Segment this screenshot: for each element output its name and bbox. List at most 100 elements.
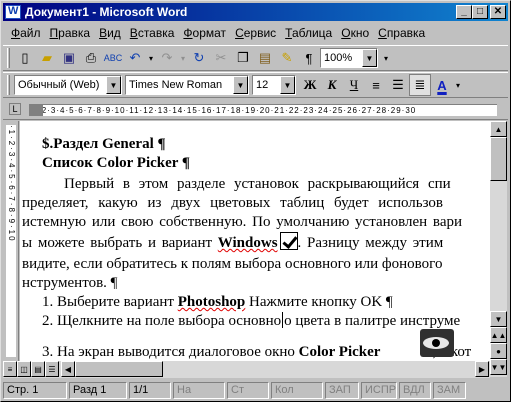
- menu-edit[interactable]: Правка: [50, 26, 91, 40]
- heading-section: $.Раздел General ¶: [42, 136, 166, 152]
- standard-toolbar: ▯ ▰ ▣ ⎙ ABC ↶ ▾ ↷ ▾ ↻ ✂ ❐ ▤ ✎ ¶ 100% ▼ ▾: [3, 45, 508, 71]
- bold-button[interactable]: Ж: [299, 74, 321, 96]
- open-folder-icon[interactable]: ▰: [36, 47, 58, 69]
- word-window: Документ1 - Microsoft Word _ □ ✕ Файл Пр…: [0, 0, 511, 402]
- undo-icon[interactable]: ↶: [124, 47, 146, 69]
- menu-insert[interactable]: Вставка: [130, 26, 175, 40]
- outline-view-button[interactable]: ☰: [45, 361, 59, 377]
- previous-page-button[interactable]: ▲▲: [490, 327, 507, 343]
- format-painter-icon[interactable]: ✎: [276, 47, 298, 69]
- next-page-button[interactable]: ▼▼: [490, 359, 507, 375]
- horizontal-ruler[interactable]: L ·1·2·3·4·5·6·7·8·9·10·11·12·13·14·15·1…: [3, 100, 508, 120]
- font-select[interactable]: Times New Roman ▼: [125, 75, 249, 95]
- show-formatting-icon[interactable]: ¶: [298, 47, 320, 69]
- menu-window[interactable]: Окно: [341, 26, 369, 40]
- zoom-select[interactable]: 100% ▼: [320, 48, 378, 68]
- redo-icon[interactable]: ↷: [156, 47, 178, 69]
- paste-icon[interactable]: ▤: [254, 47, 276, 69]
- refresh-icon[interactable]: ↻: [188, 47, 210, 69]
- close-button[interactable]: ✕: [490, 5, 506, 19]
- body-line-4-end: . Разницу между этим: [297, 235, 444, 251]
- vertical-scrollbar[interactable]: ▲ ▼ ▲▲ ● ▼▼: [490, 121, 507, 377]
- status-line[interactable]: Ст: [227, 381, 269, 399]
- underline-button[interactable]: Ч: [343, 74, 365, 96]
- body-line-3: истемную или свою собственную. По умолча…: [22, 214, 463, 230]
- list-item-1-start: 1. Выберите вариант: [42, 294, 178, 310]
- horizontal-scrollbar[interactable]: ≡ ◫ ▤ ☰ ◀ ▶: [3, 361, 490, 378]
- status-at[interactable]: На: [173, 381, 225, 399]
- vertical-ruler[interactable]: ·1·2·3·4·5·6·7·8·9·10: [3, 121, 19, 361]
- status-ovr[interactable]: ЗАМ: [433, 381, 466, 399]
- save-icon[interactable]: ▣: [58, 47, 80, 69]
- body-line-4-start: ы можете выбрать и вариант: [22, 235, 218, 251]
- menu-file[interactable]: Файл: [11, 26, 41, 40]
- browse-object-button[interactable]: ●: [490, 343, 507, 359]
- color-picker-term: Color Picker: [298, 344, 381, 360]
- zoom-value: 100%: [324, 52, 353, 64]
- chevron-down-icon[interactable]: ▼: [362, 49, 377, 67]
- toolbar-options-icon[interactable]: ▾: [381, 47, 391, 69]
- status-ext[interactable]: ВДЛ: [399, 381, 431, 399]
- ruler-scale: ·1·2·3·4·5·6·7·8·9·10·11·12·13·14·15·16·…: [29, 104, 497, 116]
- copy-icon[interactable]: ❐: [232, 47, 254, 69]
- eye-icon: [420, 329, 454, 357]
- body-line-1: Первый в этом разделе установок раскрыва…: [64, 176, 451, 192]
- menu-tools[interactable]: Сервис: [235, 26, 276, 40]
- status-rec[interactable]: ЗАП: [325, 381, 359, 399]
- toolbar-grip[interactable]: [7, 48, 10, 68]
- list-item-2: 2. Щелкните на поле выбора основно о цвет…: [42, 312, 460, 331]
- photoshop-term: Photoshop: [177, 294, 246, 310]
- window-title: Документ1 - Microsoft Word: [25, 5, 188, 19]
- normal-view-button[interactable]: ≡: [3, 361, 17, 377]
- chevron-down-icon[interactable]: ▼: [233, 76, 248, 94]
- new-document-icon[interactable]: ▯: [14, 47, 36, 69]
- status-trk[interactable]: ИСПР: [361, 381, 397, 399]
- chevron-down-icon[interactable]: ▼: [106, 76, 121, 94]
- checkmark-icon: [279, 232, 298, 250]
- align-left-icon[interactable]: ≡: [365, 74, 387, 96]
- spelling-icon[interactable]: ABC: [102, 47, 124, 69]
- maximize-button[interactable]: □: [472, 5, 488, 19]
- justify-icon[interactable]: ≣: [409, 74, 431, 96]
- align-center-icon[interactable]: ☰: [387, 74, 409, 96]
- scroll-right-button[interactable]: ▶: [475, 361, 489, 377]
- scroll-left-button[interactable]: ◀: [61, 361, 75, 377]
- menu-view[interactable]: Вид: [99, 26, 121, 40]
- style-select[interactable]: Обычный (Web) ▼: [14, 75, 122, 95]
- status-col[interactable]: Кол: [271, 381, 323, 399]
- chevron-down-icon[interactable]: ▼: [280, 76, 295, 94]
- tab-selector-icon[interactable]: L: [9, 103, 21, 115]
- menu-table[interactable]: Таблица: [285, 26, 332, 40]
- web-view-button[interactable]: ◫: [17, 361, 31, 377]
- title-bar: Документ1 - Microsoft Word _ □ ✕: [3, 3, 508, 21]
- font-size-select[interactable]: 12 ▼: [252, 75, 296, 95]
- print-layout-button[interactable]: ▤: [31, 361, 45, 377]
- redo-dropdown-icon[interactable]: ▾: [178, 47, 188, 69]
- italic-button[interactable]: К: [321, 74, 343, 96]
- print-icon[interactable]: ⎙: [80, 47, 102, 69]
- cut-icon[interactable]: ✂: [210, 47, 232, 69]
- word-app-icon[interactable]: [5, 5, 21, 19]
- scroll-up-button[interactable]: ▲: [490, 121, 507, 137]
- font-color-dropdown-icon[interactable]: ▾: [453, 74, 463, 96]
- minimize-button[interactable]: _: [456, 5, 472, 19]
- list-item-2-start: 2. Щелкните на поле выбора основно: [42, 313, 282, 329]
- font-color-icon[interactable]: A: [431, 74, 453, 96]
- undo-dropdown-icon[interactable]: ▾: [146, 47, 156, 69]
- scroll-down-button[interactable]: ▼: [490, 311, 507, 327]
- status-pages[interactable]: 1/1: [129, 381, 171, 399]
- list-item-3: 3. На экран выводится диалоговое окно Co…: [42, 343, 471, 361]
- menu-help[interactable]: Справка: [378, 26, 425, 40]
- windows-term: Windows: [217, 235, 278, 251]
- status-section[interactable]: Разд 1: [69, 381, 127, 399]
- document-area[interactable]: $.Раздел General ¶ Список Color Picker ¶…: [20, 121, 490, 361]
- scroll-thumb[interactable]: [490, 137, 507, 181]
- body-line-5: видите, если обратитесь к полям выбора о…: [22, 256, 443, 272]
- text-cursor: [282, 312, 284, 328]
- status-page[interactable]: Стр. 1: [3, 381, 67, 399]
- horizontal-scroll-thumb[interactable]: [75, 361, 163, 377]
- list-item-1-end: Нажмите кнопку OK ¶: [245, 294, 393, 310]
- menu-format[interactable]: Формат: [183, 26, 226, 40]
- toolbar-grip[interactable]: [7, 75, 10, 95]
- body-line-2: пределяет, какую из двух цветовых таблиц…: [22, 195, 444, 211]
